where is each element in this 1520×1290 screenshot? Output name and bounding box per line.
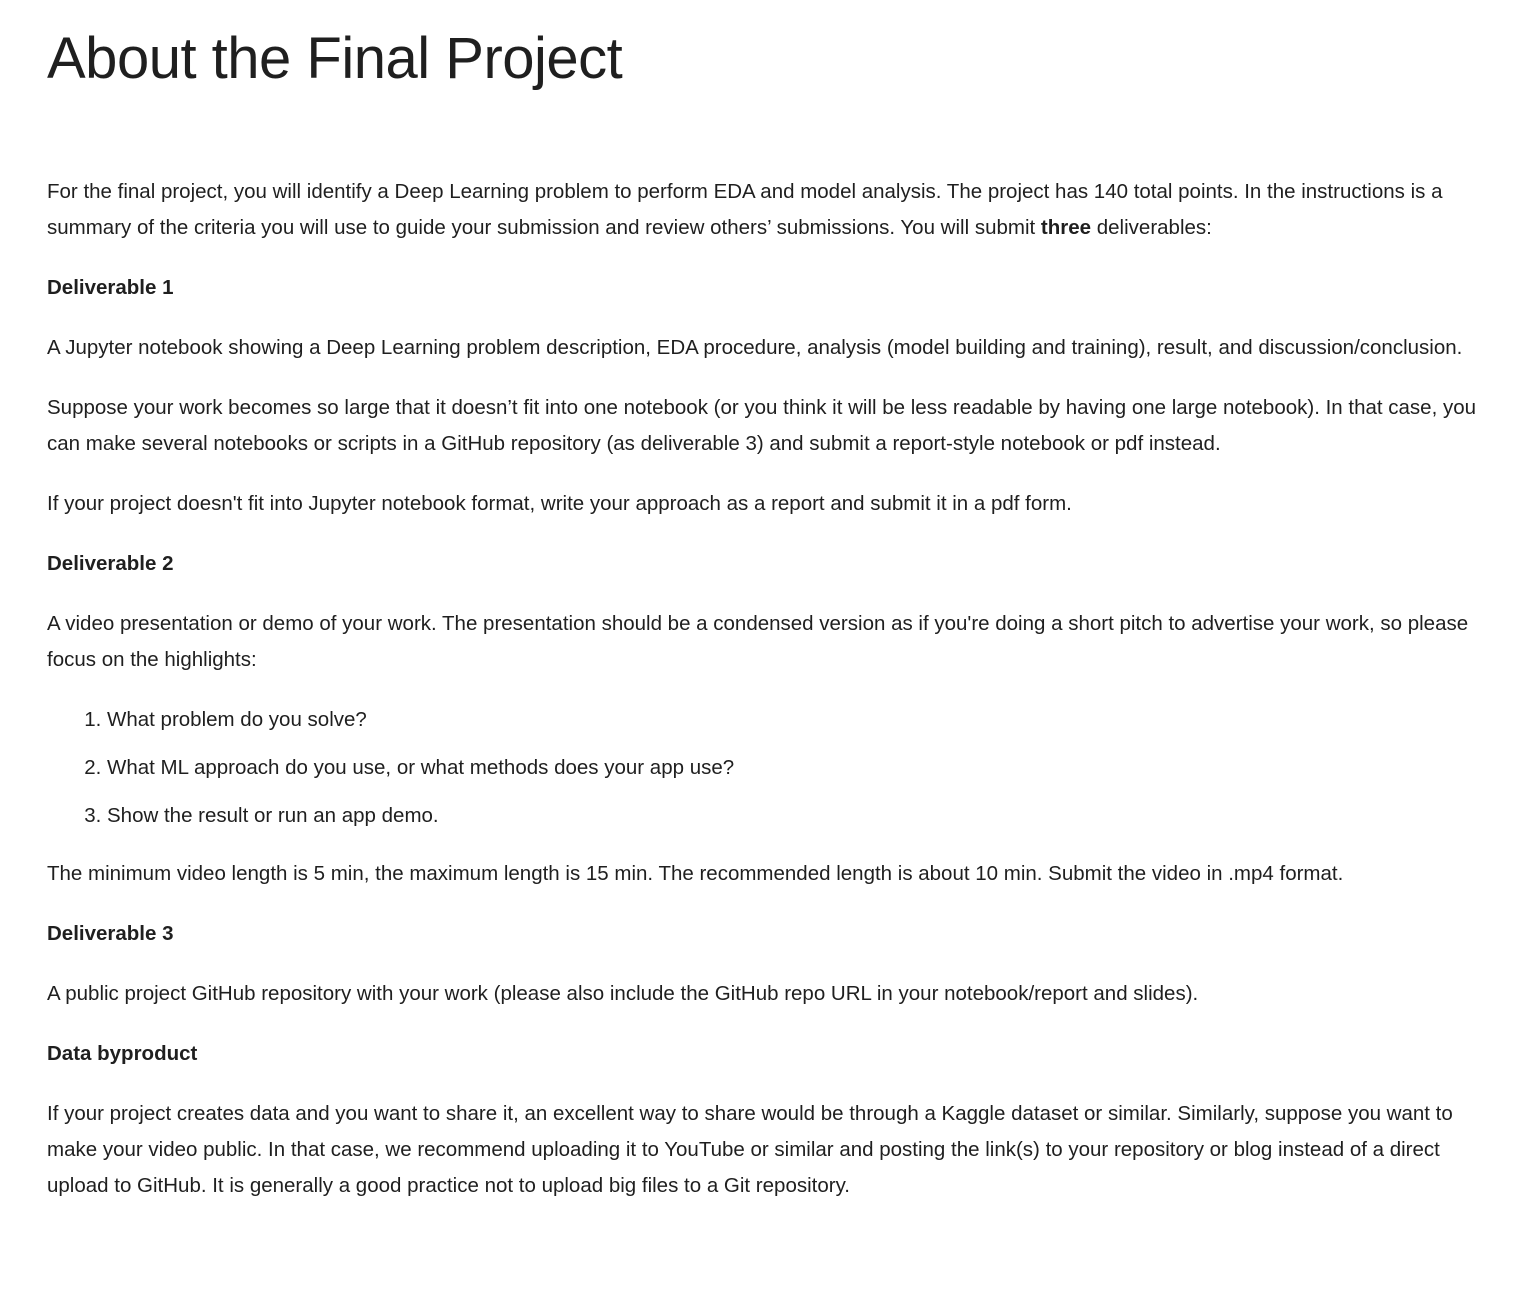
list-item: What problem do you solve? [107,702,1482,738]
data-byproduct-text: If your project creates data and you wan… [47,1102,1453,1197]
intro-text-end: deliverables: [1091,216,1212,239]
deliverable-2-intro: A video presentation or demo of your wor… [47,612,1469,671]
document-page: About the Final Project For the final pr… [0,0,1520,1204]
deliverable-1-heading: Deliverable 1 [47,276,174,299]
deliverable-3-heading: Deliverable 3 [47,922,174,945]
intro-text: For the final project, you will identify… [47,180,1443,239]
list-item: What ML approach do you use, or what met… [107,750,1482,786]
deliverable-1-paragraph-1: A Jupyter notebook showing a Deep Learni… [47,336,1463,359]
deliverable-2-outro: The minimum video length is 5 min, the m… [47,862,1344,885]
highlights-list: What problem do you solve? What ML appro… [47,702,1482,834]
deliverable-2-heading: Deliverable 2 [47,552,174,575]
page-title: About the Final Project [47,26,623,91]
intro-paragraph: For the final project, you will identify… [47,174,1482,246]
deliverable-1-paragraph-2: Suppose your work becomes so large that … [47,396,1477,455]
data-byproduct-heading: Data byproduct [47,1042,198,1065]
list-item: Show the result or run an app demo. [107,798,1482,834]
deliverable-1-paragraph-3: If your project doesn't fit into Jupyter… [47,492,1072,515]
intro-bold-count: three [1040,216,1092,239]
deliverable-3-text: A public project GitHub repository with … [47,982,1199,1005]
